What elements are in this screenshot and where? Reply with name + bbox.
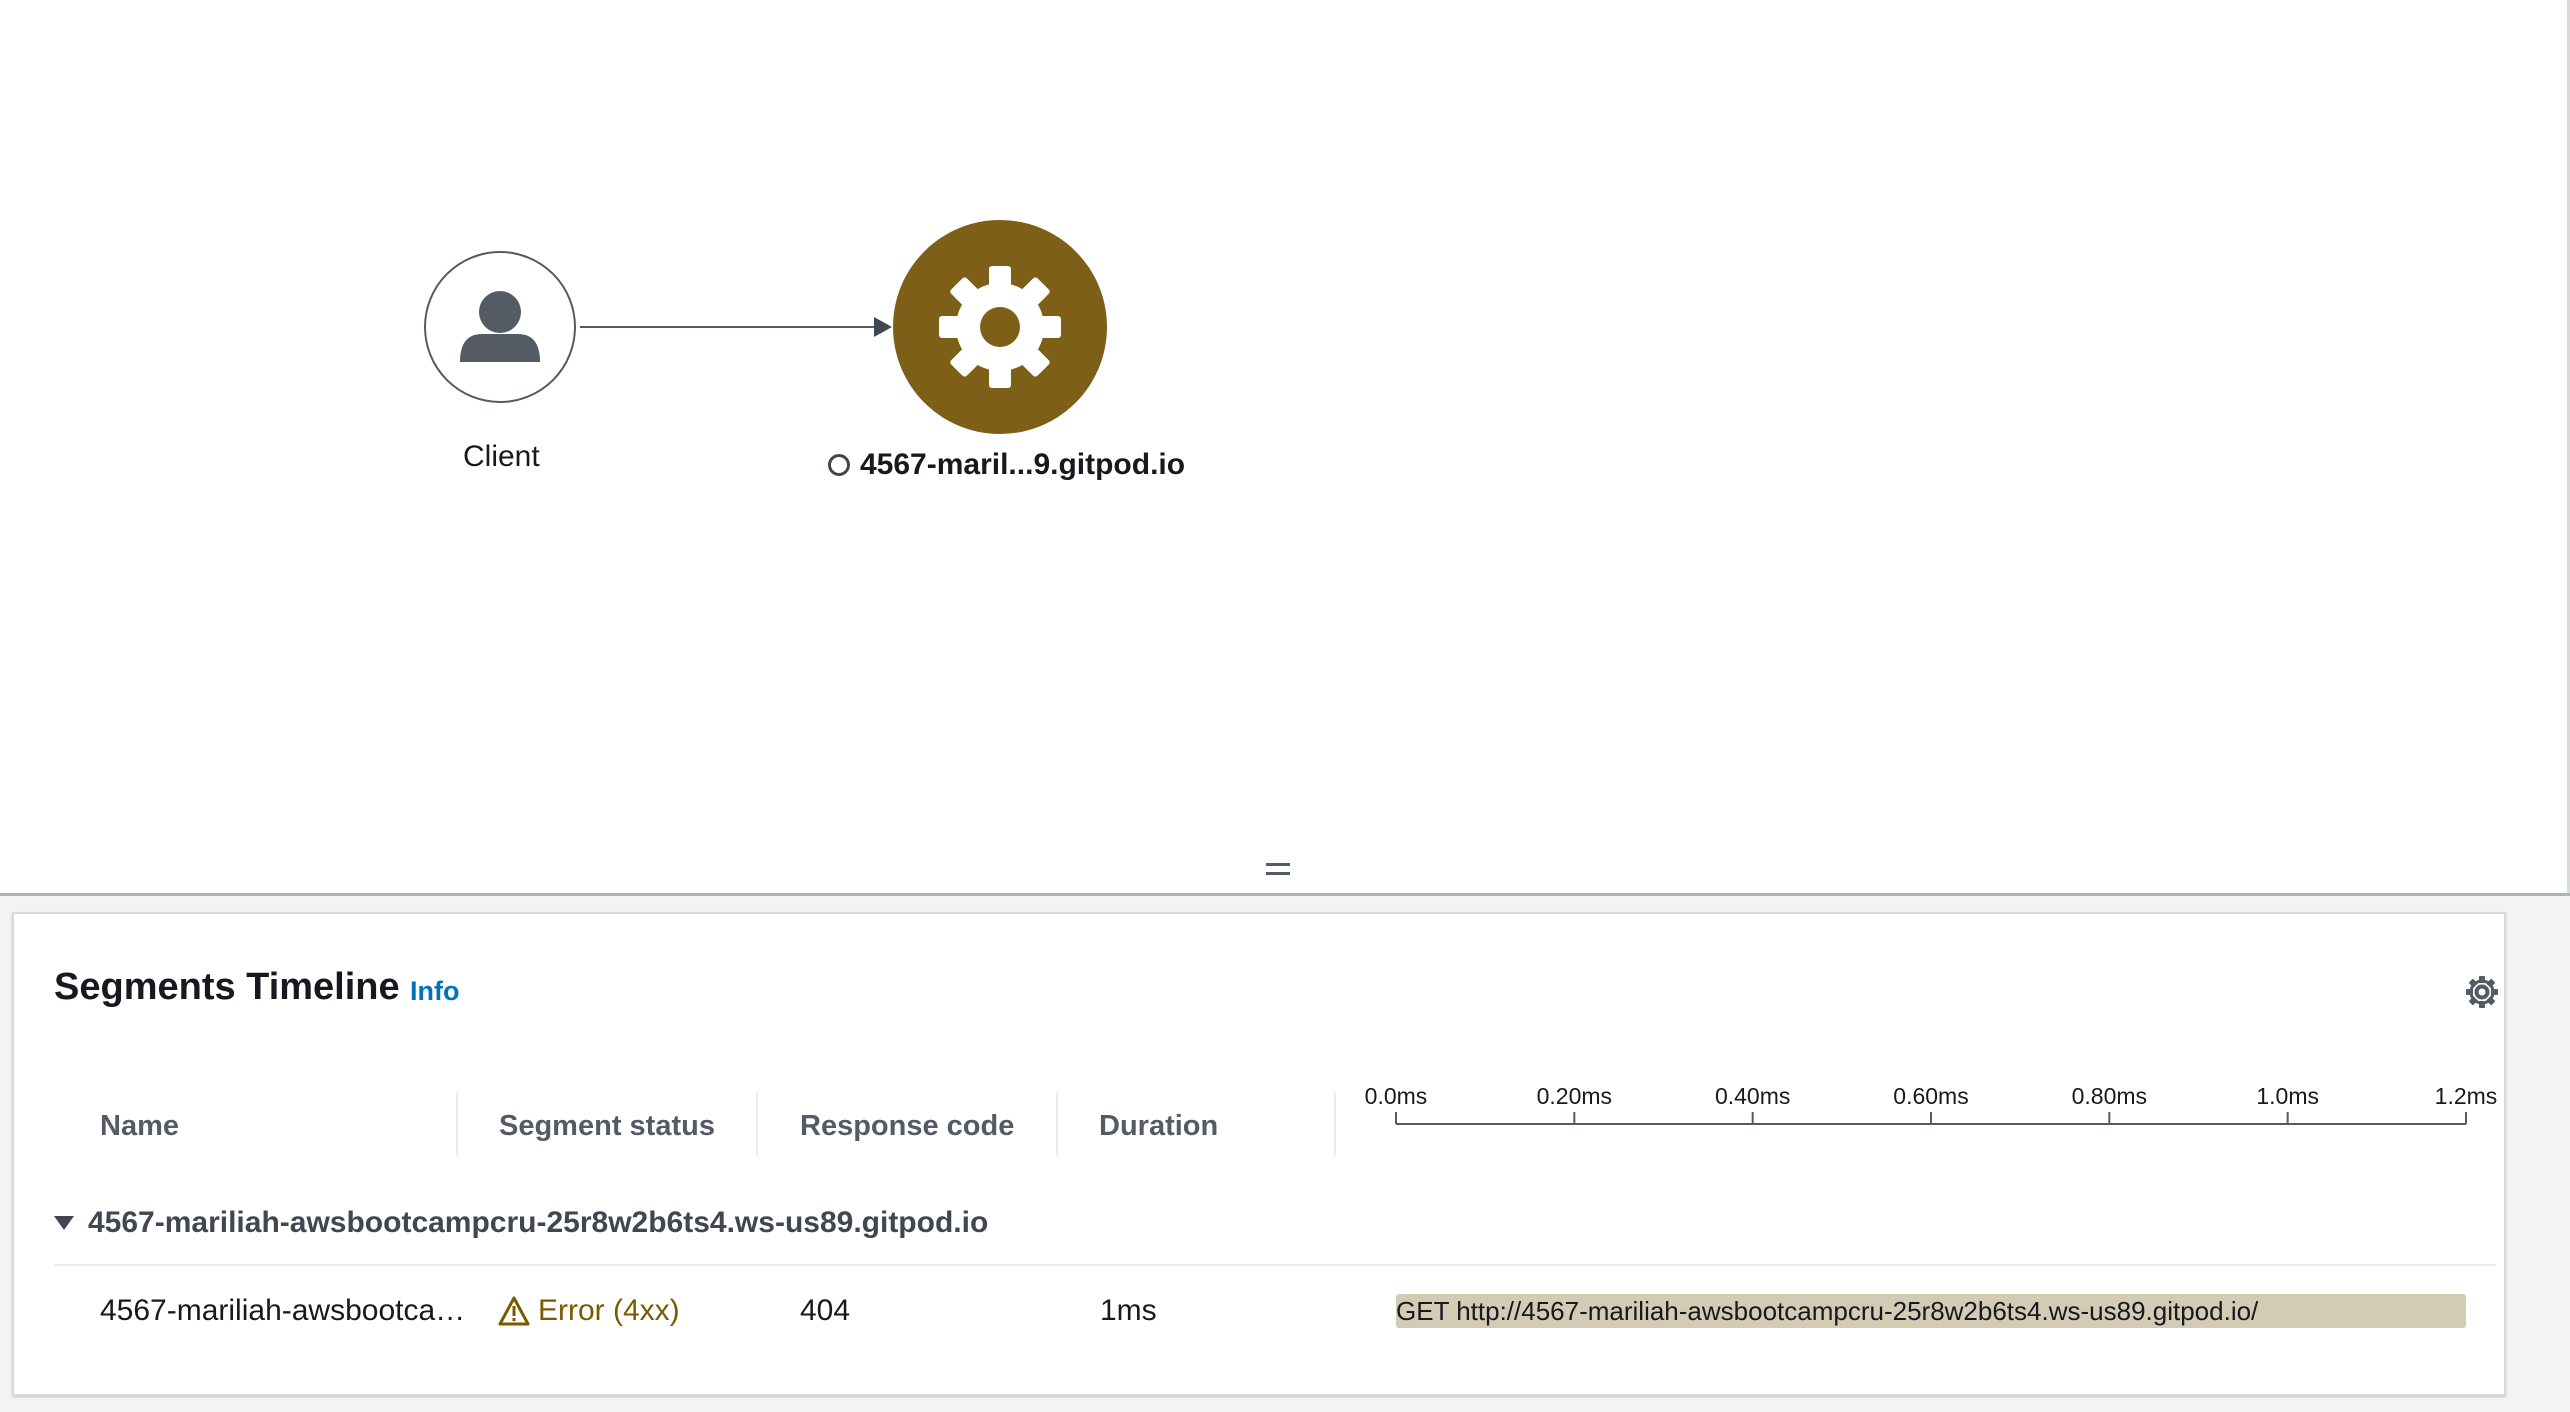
segments-timeline-panel: Segments Timeline Info Name Segment stat… [12, 912, 2506, 1396]
panel-title: Segments Timeline [54, 966, 400, 1008]
timeline-axis: 0.0ms 0.20ms 0.40ms 0.60ms 0.80ms 1.0ms 1.2ms [1365, 1083, 2498, 1125]
service-node-label[interactable]: 4567-maril...9.gitpod.io [828, 448, 1185, 482]
connection-arrow [580, 317, 892, 337]
axis-tick-label: 0.0ms [1365, 1083, 1428, 1109]
client-node[interactable] [424, 251, 576, 403]
service-node[interactable] [893, 220, 1107, 434]
segment-group-name: 4567-mariliah-awsbootcampcru-25r8w2b6ts4… [88, 1206, 989, 1239]
caret-down-icon[interactable] [54, 1216, 74, 1230]
axis-tick-label: 1.0ms [2256, 1083, 2319, 1109]
column-header-status[interactable]: Segment status [499, 1110, 715, 1143]
settings-button[interactable] [2462, 972, 2502, 1012]
service-map: Client 4567-maril...9.gitpod.io [0, 0, 2570, 893]
gear-icon [939, 266, 1061, 388]
info-link[interactable]: Info [410, 976, 459, 1007]
segment-group-header[interactable]: 4567-mariliah-awsbootcampcru-25r8w2b6ts4… [54, 1206, 988, 1240]
column-header-duration[interactable]: Duration [1099, 1110, 1218, 1143]
segment-status: Error (4xx) [498, 1294, 680, 1328]
status-ring-icon [828, 454, 850, 476]
column-divider[interactable] [756, 1092, 758, 1156]
gear-icon [2466, 976, 2498, 1008]
service-node-name: 4567-maril...9.gitpod.io [860, 448, 1186, 481]
axis-tick-label: 1.2ms [2435, 1083, 2498, 1109]
segment-timeline-bar[interactable]: GET http://4567-mariliah-awsbootcampcru-… [1396, 1294, 2466, 1328]
segment-response-code: 404 [800, 1294, 851, 1327]
axis-tick-label: 0.80ms [2072, 1083, 2147, 1109]
warning-icon [498, 1296, 530, 1326]
segment-duration: 1ms [1100, 1294, 1157, 1327]
row-divider [54, 1264, 2496, 1266]
axis-tick-label: 0.40ms [1715, 1083, 1790, 1109]
column-header-name[interactable]: Name [100, 1110, 179, 1143]
column-header-response-code[interactable]: Response code [800, 1110, 1014, 1143]
resize-handle-icon[interactable] [1266, 863, 1290, 879]
column-divider[interactable] [1056, 1092, 1058, 1156]
service-map-canvas [424, 220, 1107, 434]
axis-tick-label: 0.20ms [1537, 1083, 1612, 1109]
column-divider[interactable] [456, 1092, 458, 1156]
segment-name[interactable]: 4567-mariliah-awsbootcampcru-25r8w2b6ts4… [100, 1294, 480, 1328]
axis-tick-label: 0.60ms [1893, 1083, 1968, 1109]
segment-status-text: Error (4xx) [538, 1294, 680, 1327]
client-node-label: Client [463, 440, 540, 473]
